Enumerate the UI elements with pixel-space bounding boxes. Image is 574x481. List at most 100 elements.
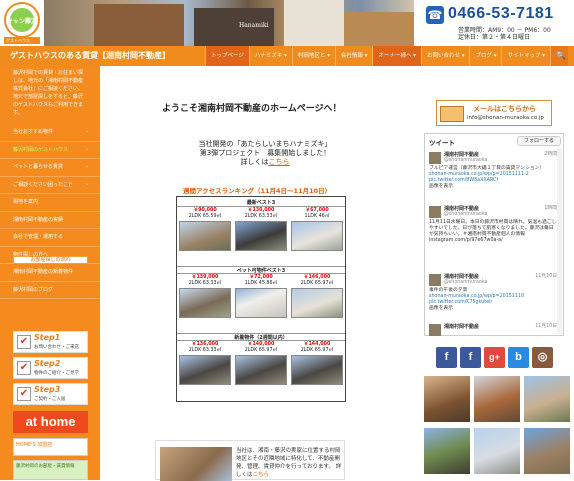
sidebar-item[interactable]: ペットと暮らせる賃貸 › [0,159,100,177]
sidebar-item-label: 当社おすすめ物件 [13,129,54,135]
instagram-icon[interactable]: ◎ [532,347,553,368]
ranking-cell[interactable]: ￥136,000 2LDK 63.33㎡ [177,342,233,353]
ranking-table: 最新ベスト3 ￥90,000 2LDK 65.59㎡ ￥130,000 2LDK 6… [176,196,346,402]
sidebar-item[interactable]: 藤沢村岡のブログ [0,282,100,299]
step2-banner[interactable]: ✔ Step2 物件のご紹介・ご見学 [13,357,88,379]
facebook-icon[interactable]: f [436,347,457,368]
property-photo[interactable] [179,355,231,385]
tweet[interactable]: 湘南村岡不動産 @shonanmuraoka 2時間 ブルピア運営（藤沢市大鋸１… [429,152,557,212]
tweet[interactable]: 湘南村岡不動産 @shonanmuraoka 1時間 11月11日水曜日。本日の… [429,206,557,270]
sidebar-item-label: 湘南村岡不動産の実績 [13,216,64,223]
twitter-widget: ツイート フォローする 湘南村岡不動産 @shonanmuraoka 2時間 ブ… [424,133,564,336]
plan: 2LDK 63.33㎡ [188,280,222,286]
sidebar-item-label: ご相談ください困ったこと [13,181,74,188]
follow-button[interactable]: フォローする [517,136,561,146]
sidebar-item[interactable]: 会社で管理・運用する [0,229,100,247]
site-name[interactable]: ゲストハウスのある賃貸【湘南村岡不動産】 [10,50,170,61]
company-desc: 当社は、湘南・藤沢の実家に位置する村岡地区とその近隣地域に特化して、不動産開発、… [236,448,341,470]
area-info-banner[interactable]: 藤沢村岡のお部屋・賃貸情報 [13,460,88,480]
ranking-cell[interactable]: ￥146,000 2LDK 65.97㎡ [289,275,345,286]
property-photo[interactable] [179,288,231,318]
search-icon[interactable]: 🔍 [550,46,568,66]
social-links: f f g+ b ◎ [436,347,553,369]
ranking-cell[interactable]: ￥72,000 1LDK 45.86㎡ [233,275,289,286]
sidebar-item[interactable]: 湘南村岡不動産の新着物件 [0,264,100,282]
gallery-photo[interactable] [424,428,470,474]
nav-item-hanamizuki[interactable]: ハナミズキ ▾ [248,46,292,66]
ranking-cell[interactable]: ￥130,000 2LDK 63.33㎡ [233,208,289,219]
gallery-photo[interactable] [424,376,470,422]
holiday-line: 定休日：第２・第４日曜日 [458,34,531,41]
ranking-cell[interactable]: ￥67,000 1LDK 46㎡ [289,208,345,219]
property-photo[interactable] [179,221,231,251]
nav-item-blog[interactable]: ブログ ▾ [469,46,501,66]
ranking-group-heading: 最新ベスト3 [177,199,345,207]
tweet-media[interactable]: 画像を表示 [429,306,557,312]
blog-icon[interactable]: b [508,347,529,368]
nav-item-top[interactable]: トップページ [205,46,249,66]
sidebar-intro: 藤沢村岡での賃貸・お住まい探しは、地元の「湘南村岡不動産株式会社」にご相談くださ… [13,70,84,116]
property-photo[interactable] [291,221,343,251]
nav-item-sitemap[interactable]: サイトマップ ▾ [501,46,550,66]
tweet[interactable]: 湘南村岡不動産 @shonanmuraoka 11月10日 事件の午後の夕景 s… [429,274,557,324]
nav-item-contact[interactable]: お問い合わせ ▾ [420,46,470,66]
sidebar-item[interactable]: 当社おすすめ物件 › [0,124,100,142]
gallery-photo[interactable] [474,428,520,474]
ranking-cell[interactable]: ￥140,000 2LDK 65.97㎡ [233,342,289,353]
company-link[interactable]: こちら [253,472,270,478]
envelope-icon [440,106,464,122]
tweet-body: 11月11日水曜日。本日の藤沢市村岡は晴れ。気温も過ごしやすいでした。日が落ちて… [429,220,557,244]
nav-item-owners[interactable]: オーナー様へ ▾ [372,46,421,66]
homes-banner[interactable]: HOME'S 加盟店 [13,438,88,456]
plan: 2LDK 65.97㎡ [300,280,334,286]
ranking-group-heading: 新着物件（2週間以内） [177,333,345,341]
hours-line: 営業時間：AM9：00 － PM6：00 [458,27,551,34]
scrollbar[interactable] [557,148,562,334]
gallery-photo[interactable] [474,376,520,422]
nav-item-muraoka[interactable]: 村岡地区と ▾ [291,46,335,66]
plan: 2LDK 63.33㎡ [244,213,278,219]
gallery-photo[interactable] [524,376,570,422]
step1-banner[interactable]: ✔ Step1 お問い合わせ・ご来店 [13,331,88,353]
ranking-cell[interactable]: ￥90,000 2LDK 65.59㎡ [177,208,233,219]
step-title: Step3 [34,385,61,394]
sidebar-item-label: 湘南村岡不動産の新着物件 [13,269,74,275]
tweet[interactable]: 湘南村岡不動産 11月10日 [429,324,557,336]
tweet-time: 11月10日 [535,274,557,279]
chevron-right-icon: › [86,181,88,188]
company-intro-text: 当社は、湘南・藤沢の実家に位置する村岡地区とその近隣地域に特化して、不動産開発、… [236,447,344,479]
project-link[interactable]: こちら [269,158,290,166]
property-photo[interactable] [235,355,287,385]
sidebar-menu: 当社おすすめ物件 › 藤沢村岡のゲストハウス › ペットと暮らせる賃貸 › ご相談くだ… [0,124,100,299]
sidebar-item[interactable]: ご相談ください困ったこと › [0,177,100,194]
step-sub: 物件のご紹介・ご見学 [34,371,79,376]
main-navbar: ゲストハウスのある賃貸【湘南村岡不動産】 トップページ ハナミズキ ▾ 村岡地区… [0,46,574,66]
step3-banner[interactable]: ✔ Step3 ご契約・ご入居 [13,383,88,405]
googleplus-icon[interactable]: g+ [484,347,505,368]
site-header: キャン藤沢 ゲストハウス Hanamiki ☎ 0466-53-7181 営業時… [0,0,574,46]
plan: 2LDK 65.97㎡ [300,347,334,353]
sidebar-item[interactable]: 湘南村岡不動産の実績 [0,212,100,229]
step-sub: お問い合わせ・ご来店 [34,345,79,350]
company-photo [160,447,232,481]
property-photo[interactable] [235,288,287,318]
site-logo[interactable]: キャン藤沢 ゲストハウス [0,0,44,46]
property-photo[interactable] [235,221,287,251]
phone-number[interactable]: 0466-53-7181 [448,5,554,23]
property-photo[interactable] [291,288,343,318]
sidebar-item[interactable]: 現地を案内 [0,194,100,212]
tweet-media[interactable]: 画像を表示 [429,184,557,190]
nav-item-company[interactable]: 会社情報 ▾ [334,46,373,66]
gallery-photo[interactable] [524,428,570,474]
sidebar-item[interactable]: 藤沢村岡のゲストハウス › [0,142,100,159]
facebook-page-icon[interactable]: f [460,347,481,368]
sidebar-item-label: 会社で管理・運用する [13,234,64,240]
property-photo[interactable] [291,355,343,385]
email-banner[interactable]: メールはこちらから info@shonan-muraoka.co.jp [436,100,552,126]
plan: 2LDK 65.59㎡ [188,213,222,219]
chevron-right-icon: › [86,146,88,153]
athome-banner[interactable]: at home [13,411,88,433]
plan: 2LDK 65.97㎡ [244,347,278,353]
ranking-cell[interactable]: ￥144,000 2LDK 65.97㎡ [289,342,345,353]
ranking-cell[interactable]: ￥139,000 2LDK 63.33㎡ [177,275,233,286]
